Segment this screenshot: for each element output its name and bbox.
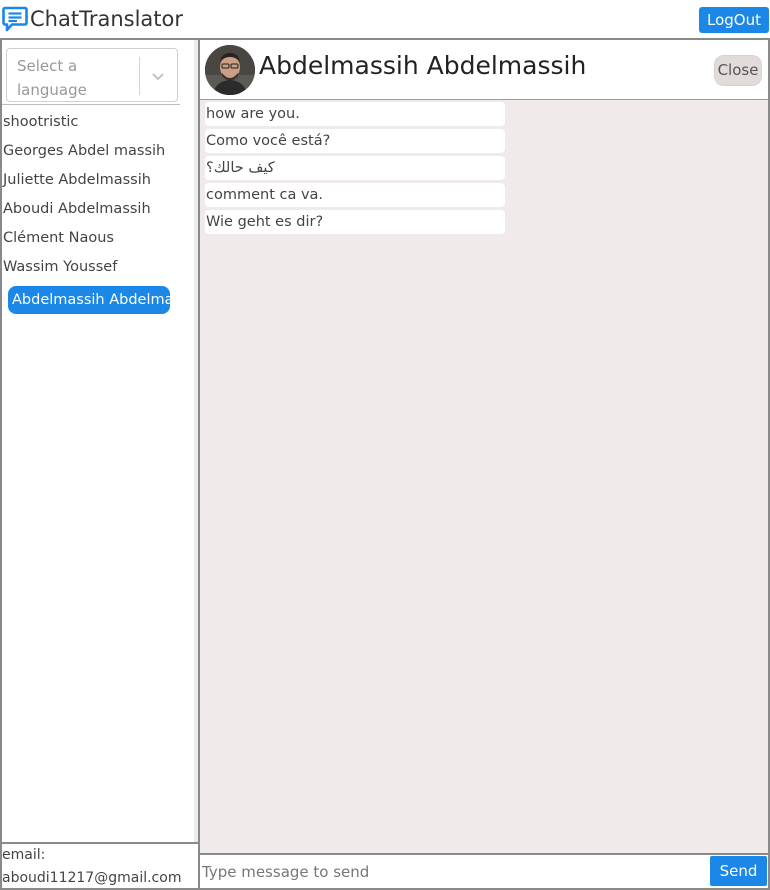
contact-item[interactable]: Aboudi Abdelmassih <box>2 195 195 224</box>
contact-item[interactable]: Clément Naous <box>2 224 195 253</box>
divider <box>2 104 180 105</box>
send-button[interactable]: Send <box>710 856 767 886</box>
chat-panel: Abdelmassih Abdelmassih Close how are yo… <box>198 38 770 890</box>
contact-item[interactable]: shootristic <box>2 108 195 137</box>
chevron-down-icon[interactable] <box>149 67 167 85</box>
contact-item-active[interactable]: Abdelmassih Abdelmassih <box>8 286 170 314</box>
contact-item[interactable]: Juliette Abdelmassih <box>2 166 195 195</box>
select-divider <box>139 57 140 95</box>
avatar <box>205 45 255 95</box>
language-select[interactable]: Select a language <box>6 48 178 102</box>
message-list: how are you. Como você está? كيف حالك؟ c… <box>205 102 505 237</box>
language-select-placeholder: Select a language <box>17 57 87 99</box>
message-bubble: Wie geht es dir? <box>205 210 505 234</box>
message-composer: Send <box>200 853 768 888</box>
contact-list-pane: Select a language shootristic Georges Ab… <box>2 40 195 842</box>
app-title: ChatTranslator <box>30 7 183 31</box>
message-bubble: comment ca va. <box>205 183 505 207</box>
top-bar: ChatTranslator LogOut <box>0 0 770 38</box>
contact-item[interactable]: Georges Abdel massih <box>2 137 195 166</box>
contact-item[interactable]: Wassim Youssef <box>2 253 195 282</box>
brand: ChatTranslator <box>2 5 183 33</box>
message-input[interactable] <box>202 857 702 887</box>
message-bubble: كيف حالك؟ <box>205 156 505 180</box>
user-email: email: aboudi11217@gmail.com <box>2 842 200 890</box>
email-value: aboudi11217@gmail.com <box>2 870 182 886</box>
contact-list: shootristic Georges Abdel massih Juliett… <box>2 108 195 314</box>
message-bubble: Como você está? <box>205 129 505 153</box>
email-label: email: <box>2 847 46 863</box>
chat-contact-name: Abdelmassih Abdelmassih <box>259 51 587 80</box>
chat-bubble-icon <box>2 5 28 33</box>
logout-button[interactable]: LogOut <box>699 7 769 33</box>
message-bubble: how are you. <box>205 102 505 126</box>
sidebar: Select a language shootristic Georges Ab… <box>0 38 200 890</box>
chat-header: Abdelmassih Abdelmassih Close <box>200 40 768 100</box>
close-chat-button[interactable]: Close <box>714 55 762 86</box>
